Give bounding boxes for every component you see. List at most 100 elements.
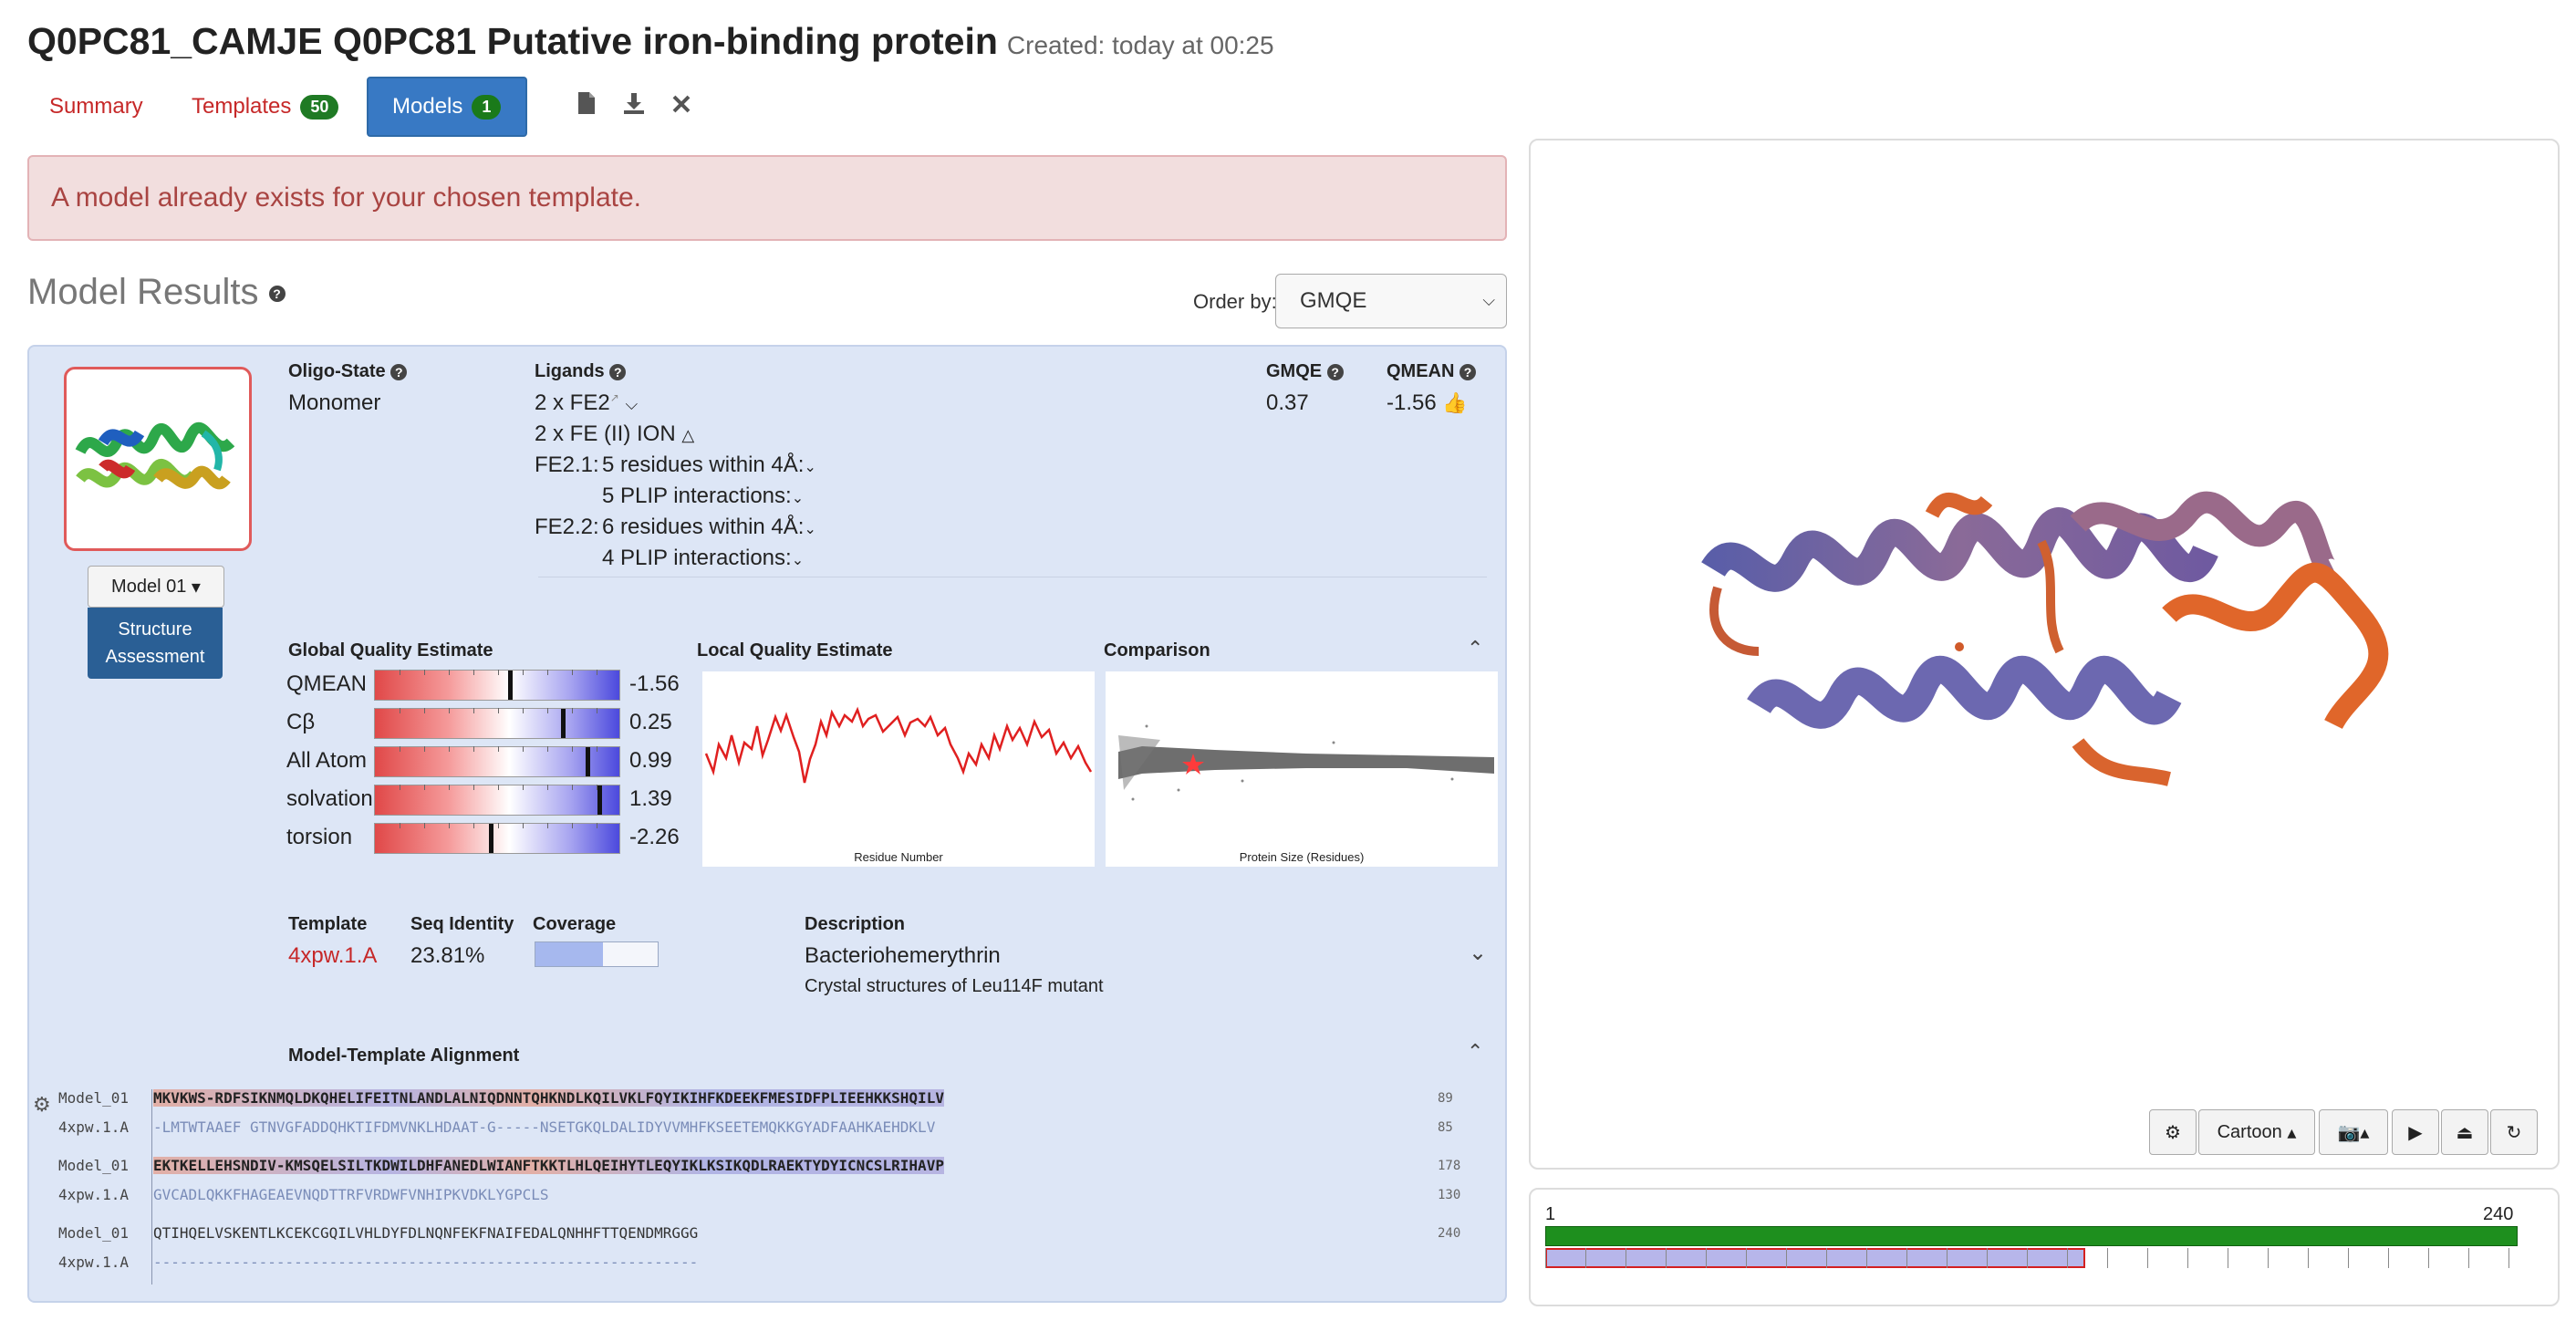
comparison-heading: Comparison: [1104, 640, 1210, 660]
gmqe-label: GMQE ?: [1266, 361, 1344, 382]
representation-dropdown[interactable]: Cartoon ▴: [2198, 1109, 2315, 1155]
help-icon[interactable]: ?: [1459, 363, 1477, 380]
chevron-up-icon[interactable]: △: [681, 426, 694, 444]
external-link-icon[interactable]: ↗: [610, 391, 619, 404]
fe21-label: FE2.1:: [535, 452, 599, 477]
track-tick: [1746, 1248, 1747, 1268]
structure-viewer[interactable]: [1529, 139, 2560, 1170]
collapse-alignment-icon[interactable]: ⌃: [1467, 1040, 1483, 1064]
quality-value-3: 1.39: [629, 786, 672, 811]
thumbs-up-icon: 👍: [1442, 391, 1468, 414]
chevron-down-icon: ⌵: [1482, 291, 1495, 309]
help-icon[interactable]: ?: [609, 363, 627, 380]
target-sequence-bar[interactable]: [1545, 1226, 2518, 1246]
structure-assessment-button[interactable]: Structure Assessment: [88, 608, 223, 679]
collapse-quality-icon[interactable]: ⌃: [1467, 637, 1483, 660]
quality-marker: [508, 671, 513, 700]
quality-tick: [547, 785, 548, 790]
track-tick: [1947, 1248, 1948, 1268]
track-tick: [1826, 1248, 1827, 1268]
eject-icon: ⏏: [2456, 1122, 2474, 1143]
models-count-badge: 1: [472, 94, 502, 120]
quality-tick: [424, 823, 425, 828]
quality-name-4: torsion: [286, 825, 353, 849]
fe21-plip[interactable]: 5 PLIP interactions:⌄: [602, 484, 804, 509]
fe22-plip[interactable]: 4 PLIP interactions:⌄: [602, 546, 804, 571]
track-tick: [2428, 1248, 2429, 1268]
coverage-fill: [535, 942, 603, 966]
quality-tick: [572, 823, 573, 828]
ligand-fe2[interactable]: 2 x FE2↗ ⌵: [535, 390, 638, 416]
alignment-model-sequence[interactable]: EKTKELLEHSNDIV-KMSQELSILTKDWILDHFANEDLWI…: [153, 1157, 944, 1174]
alert-model-exists: A model already exists for your chosen t…: [27, 155, 1507, 241]
track-tick: [2067, 1248, 2068, 1268]
quality-tick: [449, 670, 450, 675]
template-link[interactable]: 4xpw.1.A: [288, 943, 377, 969]
close-icon[interactable]: [671, 91, 691, 120]
track-tick: [1706, 1248, 1707, 1268]
viewer-settings-button[interactable]: ⚙: [2149, 1109, 2197, 1155]
local-quality-plot[interactable]: Residue Number: [702, 671, 1095, 867]
reset-view-button[interactable]: ↻: [2490, 1109, 2538, 1155]
caret-down-icon: ▾: [191, 577, 201, 598]
alignment-template-sequence[interactable]: ----------------------------------------…: [153, 1253, 698, 1271]
ligand-fe-ion[interactable]: 2 x FE (II) ION △: [535, 421, 694, 447]
quality-tick: [473, 785, 474, 790]
alignment-model-sequence[interactable]: QTIHQELVSKENTLKCEKCGQILVHLDYFDLNQNFEKFNA…: [153, 1224, 698, 1242]
tab-models[interactable]: Models 1: [367, 77, 527, 137]
local-quality-heading: Local Quality Estimate: [697, 640, 893, 660]
tab-summary[interactable]: Summary: [26, 77, 167, 137]
oligo-state-label: Oligo-State ?: [288, 361, 408, 382]
model-thumbnail[interactable]: [64, 367, 252, 551]
quality-value-1: 0.25: [629, 710, 672, 734]
ligands-label: Ligands ?: [535, 361, 627, 382]
screenshot-button[interactable]: 📷▴: [2319, 1109, 2388, 1155]
alignment-settings-gear-icon[interactable]: ⚙: [33, 1093, 51, 1117]
templates-count-badge: 50: [300, 94, 339, 120]
comparison-xlabel: Protein Size (Residues): [1240, 850, 1365, 864]
expand-description-icon[interactable]: ⌄: [1469, 940, 1487, 966]
play-button[interactable]: ▶: [2392, 1109, 2439, 1155]
model-select-button[interactable]: Model 01 ▾: [88, 566, 224, 608]
quality-marker: [561, 709, 566, 738]
document-icon[interactable]: [576, 91, 597, 121]
comparison-plot[interactable]: Protein Size (Residues): [1106, 671, 1498, 867]
alignment-template-sequence[interactable]: -LMTWTAAEF GTNVGFADDQHKTIFDMVNKLHDAAT-G-…: [153, 1118, 935, 1136]
help-icon[interactable]: ?: [1326, 363, 1344, 380]
chevron-down-icon[interactable]: ⌄: [804, 522, 815, 537]
alignment-position-number: 130: [1438, 1188, 1461, 1202]
track-tick: [2268, 1248, 2269, 1268]
quality-tick: [424, 670, 425, 675]
chevron-down-icon[interactable]: ⌄: [804, 460, 815, 475]
alignment-template-name: 4xpw.1.A: [58, 1118, 130, 1136]
help-icon[interactable]: ?: [268, 286, 286, 303]
track-tick: [2027, 1248, 2028, 1268]
fe21-residues[interactable]: 5 residues within 4Å:⌄: [602, 452, 816, 478]
quality-bar-0: [374, 670, 620, 701]
play-icon: ▶: [2408, 1122, 2423, 1143]
quality-value-0: -1.56: [629, 671, 680, 696]
quality-tick: [498, 670, 499, 675]
download-icon[interactable]: [622, 91, 646, 121]
quality-tick: [473, 746, 474, 752]
quality-tick: [449, 785, 450, 790]
eject-button[interactable]: ⏏: [2441, 1109, 2488, 1155]
order-by-select[interactable]: GMQE ⌵: [1275, 274, 1507, 328]
fe22-residues[interactable]: 6 residues within 4Å:⌄: [602, 515, 816, 540]
track-tick: [2508, 1248, 2509, 1268]
alignment-template-sequence[interactable]: GVCADLQKKFHAGEAEVNQDTTRFVRDWFVNHIPKVDKLY…: [153, 1186, 548, 1203]
quality-tick: [547, 708, 548, 713]
quality-tick: [449, 708, 450, 713]
chevron-down-icon[interactable]: ⌄: [792, 553, 804, 568]
fe22-label: FE2.2:: [535, 515, 599, 539]
quality-bar-2: [374, 746, 620, 777]
chevron-down-icon[interactable]: ⌄: [792, 491, 804, 506]
help-icon[interactable]: ?: [390, 363, 408, 380]
tab-templates[interactable]: Templates 50: [168, 77, 362, 137]
quality-tick: [523, 746, 524, 752]
coverage-label: Coverage: [533, 914, 617, 934]
quality-tick: [498, 785, 499, 790]
chevron-down-icon[interactable]: ⌵: [625, 395, 638, 413]
quality-tick: [523, 785, 524, 790]
alignment-model-sequence[interactable]: MKVKWS-RDFSIKNMQLDKQHELIFEITNLANDLALNIQD…: [153, 1089, 944, 1107]
